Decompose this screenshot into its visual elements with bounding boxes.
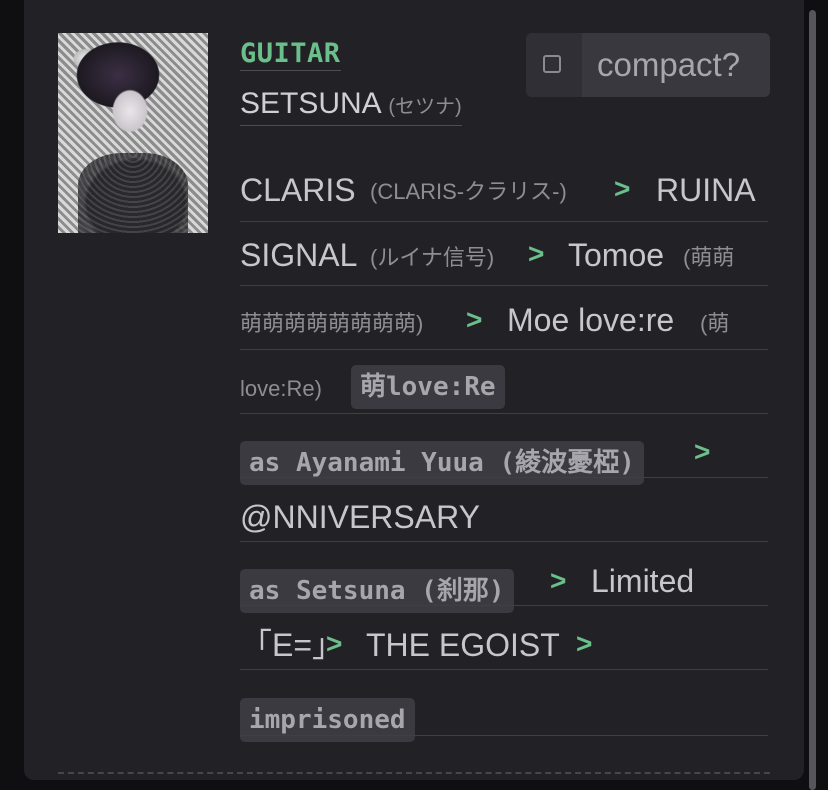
band-alt-ruina-signal: (ルイナ信号) (370, 245, 495, 270)
history-rule-1 (240, 221, 768, 222)
compact-label[interactable]: compact? (582, 33, 770, 97)
band-alt-tomoe: (萌萌 (683, 245, 735, 270)
history-rule-5 (240, 477, 768, 478)
member-photo (58, 33, 208, 233)
alias-tag-setsuna[interactable]: as Setsuna (刹那) (240, 569, 514, 613)
scrollbar[interactable] (809, 10, 816, 790)
compact-checkbox[interactable] (543, 55, 561, 73)
band-alt-moe-love-re: (萌 (700, 311, 730, 336)
member-name-text: SETSUNA (240, 87, 381, 120)
history-arrow-5: > (550, 565, 567, 596)
band-alt-tomoe-cont: 萌萌萌萌萌萌萌萌) (240, 311, 424, 336)
history-rule-2 (240, 285, 768, 286)
card-divider (58, 772, 770, 774)
band-alt-claris: (CLARIS-クラリス-) (370, 179, 567, 204)
history-arrow-2: > (528, 238, 545, 269)
history-rule-4 (240, 413, 768, 414)
history-rule-9 (240, 735, 768, 736)
history-rule-8 (240, 669, 768, 670)
history-arrow-4: > (694, 436, 711, 467)
band-alt-moe-love-re-cont: love:Re) (240, 376, 322, 401)
alias-tag-ayanami-yuua[interactable]: as Ayanami Yuua (綾波憂椏) (240, 441, 644, 485)
band-link-anniversary[interactable]: @NNIVERSARY (240, 497, 480, 537)
band-link-moe-love-re[interactable]: Moe love:re (507, 300, 674, 340)
band-link-the-egoist[interactable]: THE EGOIST (366, 625, 560, 665)
history-arrow-6: > (326, 628, 343, 659)
history-rule-7 (240, 605, 768, 606)
compact-toggle[interactable]: compact? (526, 33, 770, 97)
history-rule-6 (240, 541, 768, 542)
band-link-limited[interactable]: Limited (591, 561, 694, 601)
band-link-claris[interactable]: CLARIS (240, 170, 356, 210)
member-name-alt: (セツナ) (388, 96, 462, 118)
member-role: GUITAR (240, 38, 341, 71)
photo-lace-detail (78, 153, 188, 233)
history-rule-3 (240, 349, 768, 350)
band-link-ruina[interactable]: RUINA (656, 170, 756, 210)
history-arrow-1: > (614, 173, 631, 204)
alias-tag-moe[interactable]: 萌love:Re (351, 365, 505, 409)
member-name[interactable]: SETSUNA (セツナ) (240, 86, 462, 126)
band-link-ruina-signal[interactable]: SIGNAL (240, 235, 357, 275)
history-arrow-7: > (576, 628, 593, 659)
compact-checkbox-area[interactable] (526, 33, 580, 97)
history-arrow-3: > (466, 304, 483, 335)
band-link-tomoe[interactable]: Tomoe (568, 235, 664, 275)
